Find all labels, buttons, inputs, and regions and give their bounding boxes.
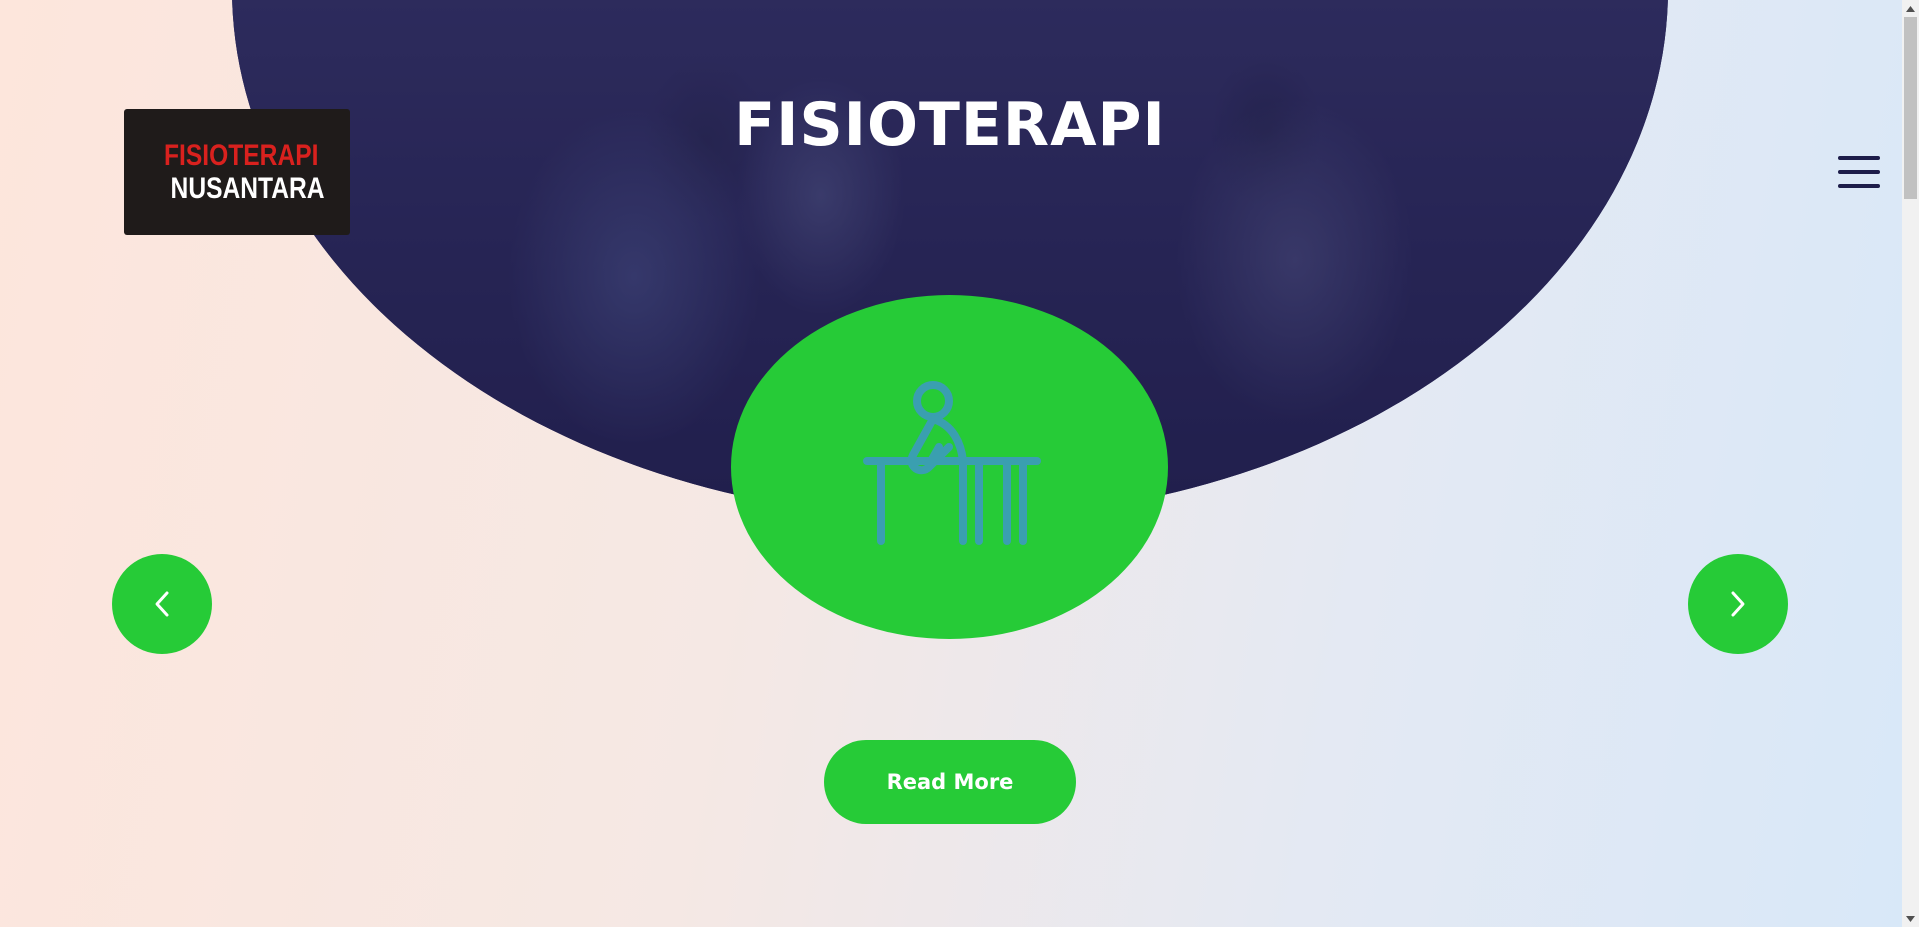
page-scrollbar[interactable] bbox=[1902, 0, 1919, 927]
carousel-prev-button[interactable] bbox=[112, 554, 212, 654]
scroll-down-arrow-icon[interactable] bbox=[1902, 910, 1919, 927]
read-more-button[interactable]: Read More bbox=[824, 740, 1076, 824]
logo-wordmark: FISIOTERAPI NUSANTARA bbox=[164, 139, 325, 205]
service-icon-circle bbox=[731, 295, 1168, 639]
logo-line-2: NUSANTARA bbox=[170, 172, 325, 205]
chevron-left-icon bbox=[155, 591, 169, 617]
menu-bar bbox=[1838, 156, 1880, 160]
hero-title: FISIOTERAPI bbox=[734, 90, 1166, 160]
scroll-up-arrow-icon[interactable] bbox=[1902, 0, 1919, 17]
menu-bar bbox=[1838, 184, 1880, 188]
logo-line-1: FISIOTERAPI bbox=[164, 139, 319, 172]
chevron-right-icon bbox=[1731, 591, 1745, 617]
scrollbar-thumb[interactable] bbox=[1904, 17, 1917, 199]
menu-bar bbox=[1838, 170, 1880, 174]
carousel-next-button[interactable] bbox=[1688, 554, 1788, 654]
site-logo[interactable]: FISIOTERAPI NUSANTARA bbox=[124, 109, 350, 235]
hamburger-menu-icon[interactable] bbox=[1838, 156, 1880, 190]
physiotherapy-patient-icon bbox=[863, 381, 1041, 545]
